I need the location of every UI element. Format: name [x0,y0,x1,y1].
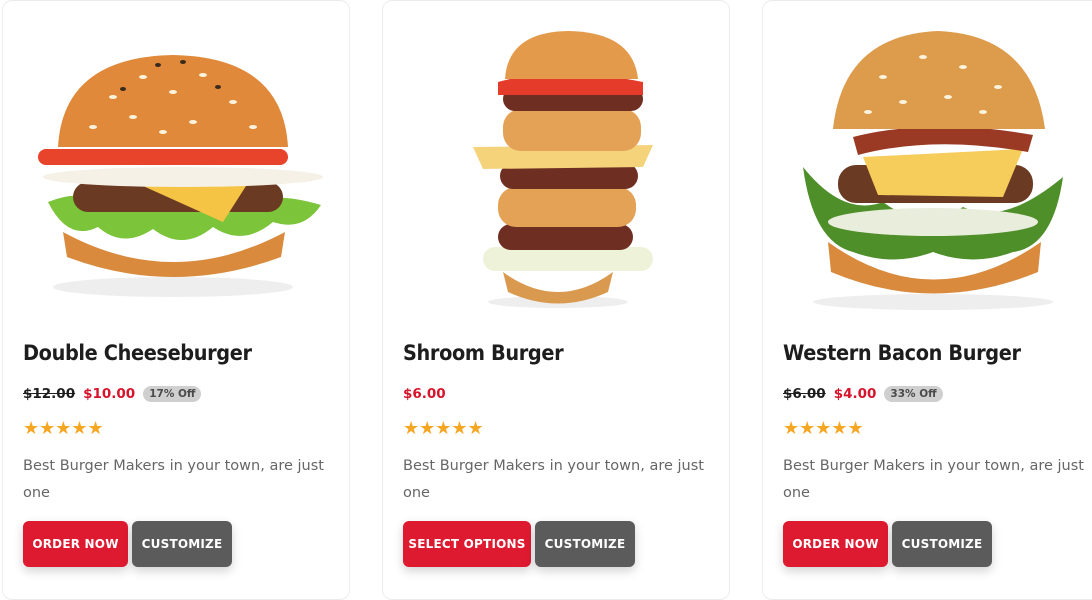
discount-badge: 17% Off [143,386,202,402]
customize-button[interactable]: CUSTOMIZE [892,521,992,567]
product-title[interactable]: Double Cheeseburger [23,341,252,365]
old-price: $6.00 [783,386,826,402]
discount-badge: 33% Off [884,386,943,402]
product-card: Double Cheeseburger $12.00 $10.00 17% Of… [2,0,350,600]
product-image-double-cheeseburger[interactable] [23,17,323,317]
price-row: $12.00 $10.00 17% Off [23,386,202,402]
order-now-button[interactable]: ORDER NOW [783,521,888,567]
product-title[interactable]: Western Bacon Burger [783,341,1021,365]
product-description: Best Burger Makers in your town, are jus… [23,458,324,501]
product-image-shroom-burger[interactable] [403,17,703,317]
sale-price: $6.00 [403,386,446,402]
star-rating-icon: ★★★★★ [403,418,484,439]
sale-price: $4.00 [833,386,877,402]
product-image-western-bacon-burger[interactable] [783,17,1083,317]
select-options-button[interactable]: SELECT OPTIONS [403,521,531,567]
product-card: Western Bacon Burger $6.00 $4.00 33% Off… [762,0,1092,600]
product-title[interactable]: Shroom Burger [403,341,564,365]
old-price: $12.00 [23,386,76,402]
star-rating-icon: ★★★★★ [23,418,104,439]
order-now-button[interactable]: ORDER NOW [23,521,128,567]
customize-button[interactable]: CUSTOMIZE [535,521,635,567]
price-row: $6.00 [403,386,446,402]
product-card: Shroom Burger $6.00 ★★★★★ Best Burger Ma… [382,0,730,600]
star-rating-icon: ★★★★★ [783,418,864,439]
product-description: Best Burger Makers in your town, are jus… [403,458,704,501]
price-row: $6.00 $4.00 33% Off [783,386,943,402]
customize-button[interactable]: CUSTOMIZE [132,521,232,567]
sale-price: $10.00 [83,386,136,402]
product-description: Best Burger Makers in your town, are jus… [783,458,1084,501]
